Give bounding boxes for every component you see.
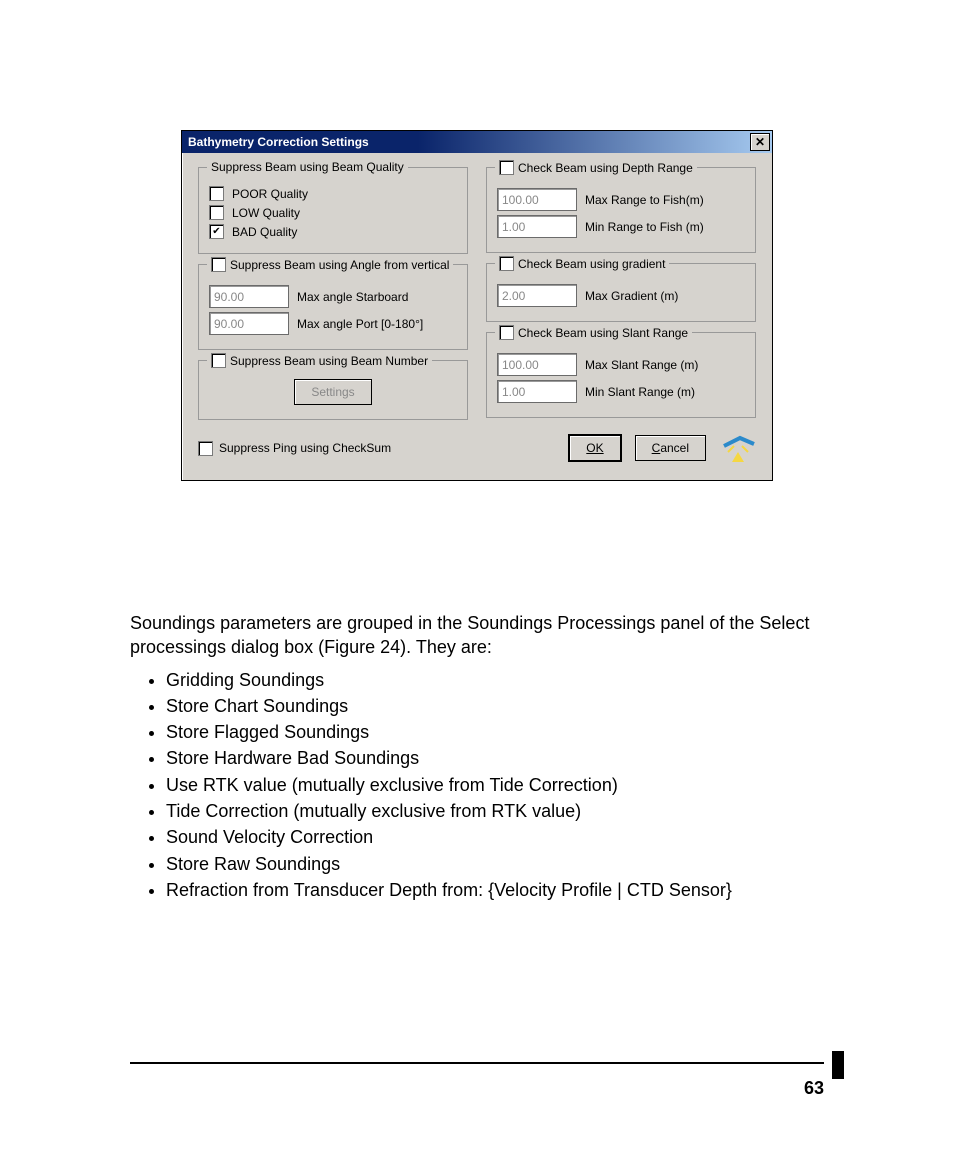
list-item: Sound Velocity Correction (166, 825, 824, 849)
list-item: Refraction from Transducer Depth from: {… (166, 878, 824, 902)
legend-gradient: Check Beam using gradient (495, 256, 669, 271)
legend-label: Check Beam using Depth Range (518, 161, 693, 175)
logo-icon (720, 434, 756, 462)
legend-label: Check Beam using Slant Range (518, 326, 688, 340)
settings-button[interactable]: Settings (294, 379, 371, 405)
close-button[interactable]: ✕ (750, 133, 770, 151)
input-port[interactable]: 90.00 (209, 312, 289, 335)
label-poor: POOR Quality (232, 187, 308, 201)
group-depth-range: Check Beam using Depth Range 100.00 Max … (486, 167, 756, 253)
dialog-buttons: OK Cancel (569, 434, 756, 462)
ok-label: OK (586, 441, 603, 455)
legend-label: Check Beam using gradient (518, 257, 665, 271)
row-bad: ✔ BAD Quality (209, 224, 457, 239)
label-starboard: Max angle Starboard (297, 290, 408, 304)
legend-label: Suppress Beam using Angle from vertical (230, 258, 449, 272)
checkbox-angle[interactable] (211, 257, 226, 272)
group-angle: Suppress Beam using Angle from vertical … (198, 264, 468, 350)
input-starboard[interactable]: 90.00 (209, 285, 289, 308)
doc-paragraph: Soundings parameters are grouped in the … (130, 611, 824, 660)
label-checksum: Suppress Ping using CheckSum (219, 441, 391, 455)
group-beam-quality: Suppress Beam using Beam Quality POOR Qu… (198, 167, 468, 254)
dialog-columns: Suppress Beam using Beam Quality POOR Qu… (198, 167, 756, 420)
row-settings-btn: Settings (209, 379, 457, 405)
group-gradient: Check Beam using gradient 2.00 Max Gradi… (486, 263, 756, 322)
legend-label: Suppress Beam using Beam Quality (211, 160, 404, 174)
row-starboard: 90.00 Max angle Starboard (209, 285, 457, 308)
input-max-fish[interactable]: 100.00 (497, 188, 577, 211)
checkbox-low[interactable] (209, 205, 224, 220)
label-min-fish: Min Range to Fish (m) (585, 220, 704, 234)
checkbox-bad[interactable]: ✔ (209, 224, 224, 239)
dialog-title: Bathymetry Correction Settings (188, 135, 369, 149)
row-poor: POOR Quality (209, 186, 457, 201)
checkbox-slant-range[interactable] (499, 325, 514, 340)
legend-slant-range: Check Beam using Slant Range (495, 325, 692, 340)
dialog-bottom-row: Suppress Ping using CheckSum OK Cancel (198, 434, 756, 462)
page-number: 63 (804, 1078, 824, 1099)
checkbox-beam-number[interactable] (211, 353, 226, 368)
list-item: Store Hardware Bad Soundings (166, 746, 824, 770)
legend-label: Suppress Beam using Beam Number (230, 354, 428, 368)
row-min-slant: 1.00 Min Slant Range (m) (497, 380, 745, 403)
input-min-slant[interactable]: 1.00 (497, 380, 577, 403)
group-beam-number: Suppress Beam using Beam Number Settings (198, 360, 468, 420)
close-icon: ✕ (755, 135, 765, 149)
bathymetry-dialog: Bathymetry Correction Settings ✕ Suppres… (181, 130, 773, 481)
footer-accent (832, 1051, 844, 1079)
cancel-button[interactable]: Cancel (635, 435, 706, 461)
row-port: 90.00 Max angle Port [0-180°] (209, 312, 457, 335)
cancel-label: Cancel (652, 441, 689, 455)
label-bad: BAD Quality (232, 225, 297, 239)
checkbox-gradient[interactable] (499, 256, 514, 271)
footer-rule (130, 1062, 824, 1064)
checkbox-checksum[interactable] (198, 441, 213, 456)
legend-beam-quality: Suppress Beam using Beam Quality (207, 160, 408, 174)
row-max-slant: 100.00 Max Slant Range (m) (497, 353, 745, 376)
label-max-fish: Max Range to Fish(m) (585, 193, 704, 207)
list-item: Use RTK value (mutually exclusive from T… (166, 773, 824, 797)
ok-button[interactable]: OK (569, 435, 620, 461)
legend-angle: Suppress Beam using Angle from vertical (207, 257, 453, 272)
label-min-slant: Min Slant Range (m) (585, 385, 695, 399)
checkbox-depth-range[interactable] (499, 160, 514, 175)
page-container: Bathymetry Correction Settings ✕ Suppres… (0, 0, 954, 1159)
row-gradient: 2.00 Max Gradient (m) (497, 284, 745, 307)
dialog-screenshot: Bathymetry Correction Settings ✕ Suppres… (130, 130, 824, 481)
left-column: Suppress Beam using Beam Quality POOR Qu… (198, 167, 468, 420)
list-item: Tide Correction (mutually exclusive from… (166, 799, 824, 823)
list-item: Store Chart Soundings (166, 694, 824, 718)
group-slant-range: Check Beam using Slant Range 100.00 Max … (486, 332, 756, 418)
doc-list: Gridding Soundings Store Chart Soundings… (166, 668, 824, 903)
right-column: Check Beam using Depth Range 100.00 Max … (486, 167, 756, 420)
label-gradient: Max Gradient (m) (585, 289, 678, 303)
input-max-slant[interactable]: 100.00 (497, 353, 577, 376)
list-item: Store Flagged Soundings (166, 720, 824, 744)
document-body: Soundings parameters are grouped in the … (130, 611, 824, 902)
label-low: LOW Quality (232, 206, 300, 220)
dialog-body: Suppress Beam using Beam Quality POOR Qu… (182, 153, 772, 480)
checksum-area: Suppress Ping using CheckSum (198, 441, 559, 456)
label-port: Max angle Port [0-180°] (297, 317, 423, 331)
checkbox-poor[interactable] (209, 186, 224, 201)
row-low: LOW Quality (209, 205, 457, 220)
row-max-fish: 100.00 Max Range to Fish(m) (497, 188, 745, 211)
list-item: Gridding Soundings (166, 668, 824, 692)
legend-depth-range: Check Beam using Depth Range (495, 160, 697, 175)
legend-beam-number: Suppress Beam using Beam Number (207, 353, 432, 368)
input-min-fish[interactable]: 1.00 (497, 215, 577, 238)
dialog-titlebar: Bathymetry Correction Settings ✕ (182, 131, 772, 153)
row-min-fish: 1.00 Min Range to Fish (m) (497, 215, 745, 238)
list-item: Store Raw Soundings (166, 852, 824, 876)
label-max-slant: Max Slant Range (m) (585, 358, 698, 372)
input-gradient[interactable]: 2.00 (497, 284, 577, 307)
